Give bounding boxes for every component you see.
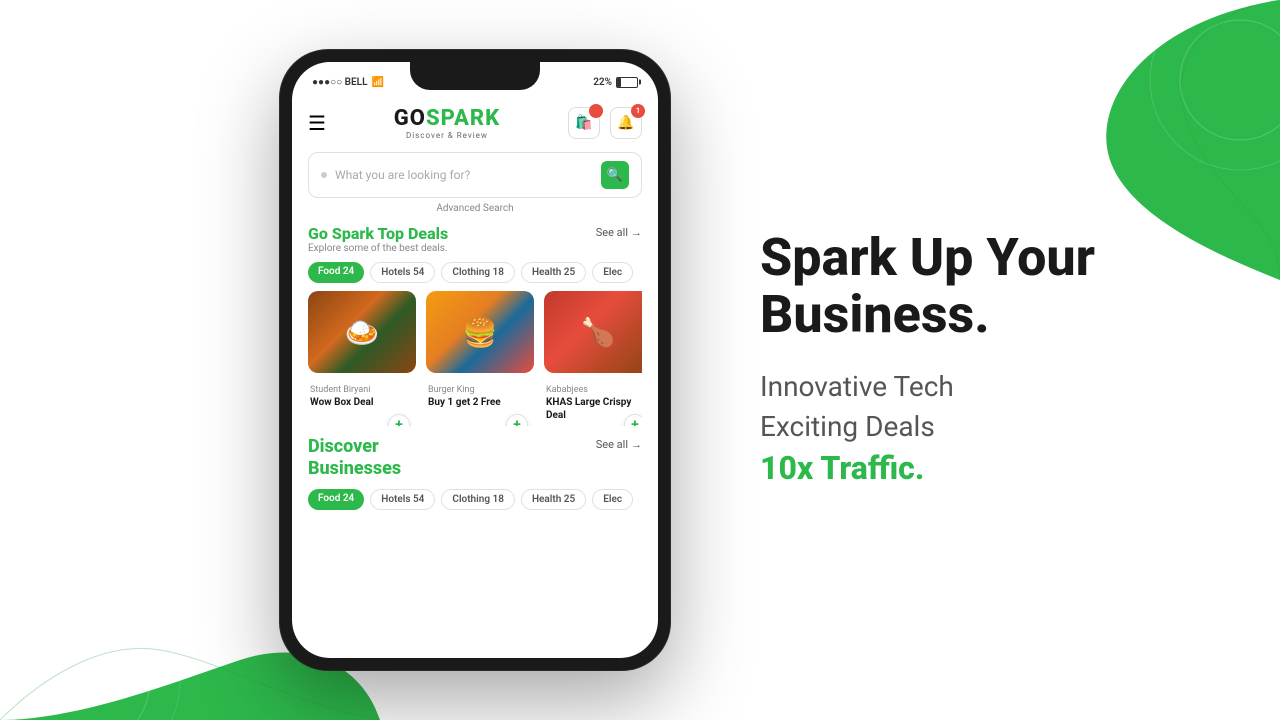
hamburger-menu[interactable]: ☰ <box>308 111 326 135</box>
deal-add-button[interactable]: + <box>388 414 410 426</box>
discover-filter-tab-elec[interactable]: Elec <box>592 489 633 510</box>
top-deals-title-group: Go Spark Top Deals Explore some of the b… <box>308 224 448 254</box>
deal-add-button[interactable]: + <box>506 414 528 426</box>
wifi-icon: 📶 <box>371 77 383 88</box>
category-filter-tabs: Food 24 Hotels 54 Clothing 18 Health 25 Elec <box>308 262 642 283</box>
discover-filter-tab-food[interactable]: Food 24 <box>308 489 364 510</box>
deal-card-emoji: 🍗 <box>544 291 642 373</box>
discover-filter-tab-health[interactable]: Health 25 <box>521 489 586 510</box>
discover-filter-tab-clothing[interactable]: Clothing 18 <box>441 489 515 510</box>
advanced-search-link[interactable]: Advanced Search <box>308 203 642 214</box>
phone-mockup: ●●●○○ BELL 📶 22% ☰ GOSPARK <box>280 50 670 670</box>
right-panel: Spark Up Your Business. Innovative Tech … <box>760 229 1200 491</box>
discover-title-group: Discover Businesses <box>308 436 401 481</box>
deal-vendor: Student Biryani <box>310 385 414 395</box>
battery-fill <box>617 78 621 87</box>
deal-card-image: 🍔 <box>426 291 534 373</box>
top-deals-see-all[interactable]: See all → <box>596 226 642 239</box>
deal-card-emoji: 🍔 <box>426 291 534 373</box>
top-deals-header: Go Spark Top Deals Explore some of the b… <box>308 224 642 254</box>
filter-tab-hotels[interactable]: Hotels 54 <box>370 262 435 283</box>
app-content: ☰ GOSPARK Discover & Review 🛍️ � <box>292 98 658 658</box>
deal-card[interactable]: 🍗 + Kababjees KHAS Large Crispy Deal <box>544 291 642 426</box>
filter-tab-elec[interactable]: Elec <box>592 262 633 283</box>
discover-businesses-header: Discover Businesses See all → <box>308 436 642 481</box>
notification-button[interactable]: 🔔 1 <box>610 107 642 139</box>
deal-card-info: Burger King Buy 1 get 2 Free <box>426 373 534 413</box>
filter-tab-food[interactable]: Food 24 <box>308 262 364 283</box>
filter-tab-health[interactable]: Health 25 <box>521 262 586 283</box>
discover-see-all-arrow-icon: → <box>631 438 642 451</box>
top-deals-title: Go Spark Top Deals <box>308 224 448 243</box>
cart-badge <box>589 104 603 118</box>
battery-indicator <box>616 77 638 88</box>
phone-screen: ●●●○○ BELL 📶 22% ☰ GOSPARK <box>292 62 658 658</box>
deal-card-info: Student Biryani Wow Box Deal <box>308 373 416 413</box>
deal-card[interactable]: 🍛 + Student Biryani Wow Box Deal <box>308 291 416 426</box>
discover-filter-tabs: Food 24 Hotels 54 Clothing 18 Health 25 Elec <box>308 489 642 510</box>
see-all-arrow-icon: → <box>631 226 642 239</box>
cart-button[interactable]: 🛍️ <box>568 107 600 139</box>
status-battery: 22% <box>593 77 638 88</box>
deal-card-image: 🍗 <box>544 291 642 373</box>
filter-tab-clothing[interactable]: Clothing 18 <box>441 262 515 283</box>
search-dot <box>321 172 327 178</box>
header-icons: 🛍️ 🔔 1 <box>568 107 642 139</box>
logo-subtitle: Discover & Review <box>406 131 488 140</box>
sub-text: Innovative Tech Exciting Deals 10x Traff… <box>760 368 1200 491</box>
app-logo: GOSPARK Discover & Review <box>394 106 500 140</box>
phone-notch <box>410 62 540 90</box>
discover-filter-tab-hotels[interactable]: Hotels 54 <box>370 489 435 510</box>
search-container: What you are looking for? 🔍 Advanced Sea… <box>308 152 642 214</box>
deal-vendor: Kababjees <box>546 385 642 395</box>
notification-badge: 1 <box>631 104 645 118</box>
deals-scroll: 🍛 + Student Biryani Wow Box Deal 🍔 + Bur… <box>308 291 642 426</box>
search-box: What you are looking for? 🔍 <box>308 152 642 198</box>
discover-title: Discover Businesses <box>308 436 401 479</box>
deal-name: Buy 1 get 2 Free <box>428 396 532 409</box>
main-headline: Spark Up Your Business. <box>760 229 1200 343</box>
deal-name: Wow Box Deal <box>310 396 414 409</box>
search-input[interactable]: What you are looking for? <box>335 168 601 182</box>
deal-card-image: 🍛 <box>308 291 416 373</box>
app-header: ☰ GOSPARK Discover & Review 🛍️ � <box>308 98 642 152</box>
deal-vendor: Burger King <box>428 385 532 395</box>
phone-frame: ●●●○○ BELL 📶 22% ☰ GOSPARK <box>280 50 670 670</box>
deal-add-button[interactable]: + <box>624 414 642 426</box>
search-button[interactable]: 🔍 <box>601 161 629 189</box>
discover-see-all[interactable]: See all → <box>596 438 642 451</box>
top-deals-subtitle: Explore some of the best deals. <box>308 243 448 254</box>
deal-card-emoji: 🍛 <box>308 291 416 373</box>
deal-card[interactable]: 🍔 + Burger King Buy 1 get 2 Free <box>426 291 534 426</box>
logo-text: GOSPARK <box>394 106 500 131</box>
status-carrier: ●●●○○ BELL 📶 <box>312 77 384 88</box>
